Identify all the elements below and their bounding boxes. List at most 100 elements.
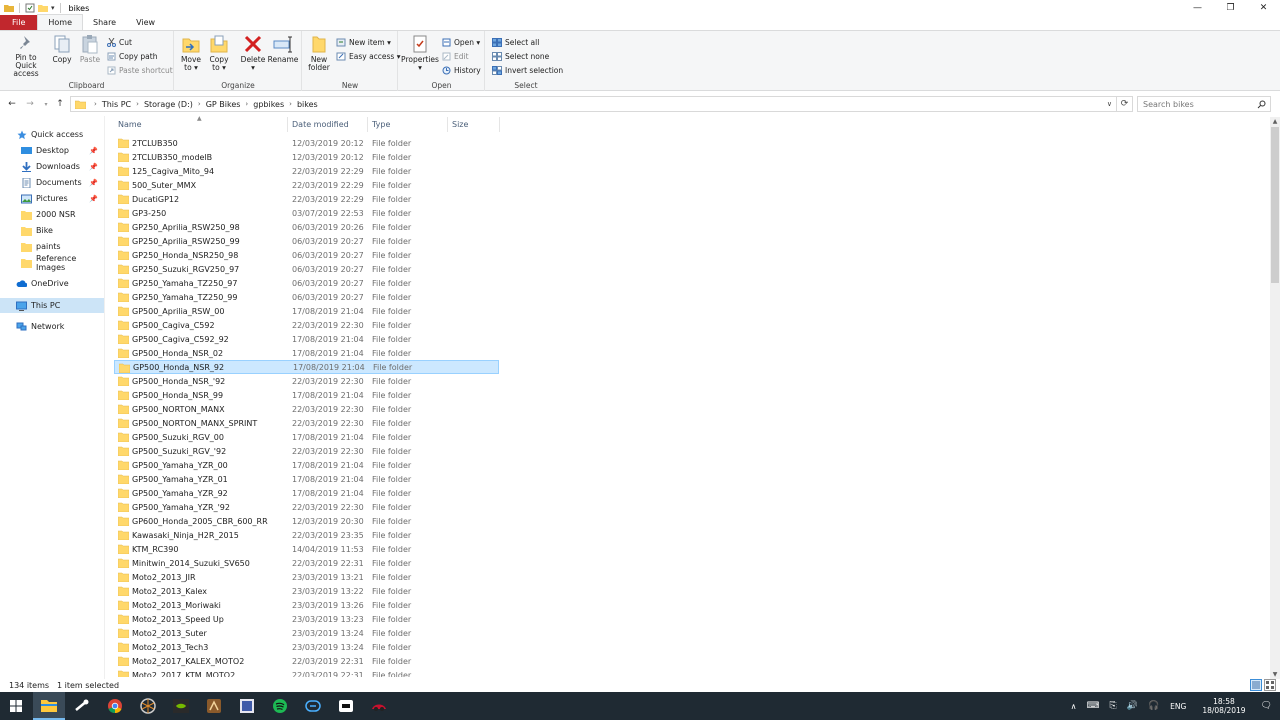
ethernet-icon[interactable]: ⎘ [1110,701,1117,711]
breadcrumb-separator[interactable]: › [136,100,139,108]
file-row[interactable]: Minitwin_2014_Suzuki_SV650 22/03/2019 22:… [114,556,499,570]
new-item-button[interactable]: New item ▾ [336,36,391,48]
pin-to-quick-access-button[interactable]: Pin to Quick access [4,34,48,78]
file-row[interactable]: Moto2_2013_Speed Up 23/03/2019 13:23 File … [114,612,499,626]
file-row[interactable]: GP250_Yamaha_TZ250_97 06/03/2019 20:27 Fil… [114,276,499,290]
start-button[interactable] [0,692,32,720]
breadcrumb-separator[interactable]: › [245,100,248,108]
file-row[interactable]: GP500_Cagiva_C592_92 17/08/2019 21:04 File… [114,332,499,346]
maximize-button[interactable]: ❐ [1214,0,1247,16]
rename-button[interactable]: Rename [268,34,298,64]
taskbar-nvidia[interactable] [165,692,197,720]
file-row[interactable]: GP600_Honda_2005_CBR_600_RR 12/03/2019 20… [114,514,499,528]
select-none-button[interactable]: Select none [492,50,549,62]
file-row[interactable]: Moto2_2013_Suter 23/03/2019 13:24 File fol… [114,626,499,640]
file-row[interactable]: 125_Cagiva_Mito_94 22/03/2019 22:29 File f… [114,164,499,178]
column-header-date[interactable]: Date modified [288,117,368,132]
language-indicator[interactable]: ENG [1170,702,1186,711]
file-row[interactable]: GP500_Suzuki_RGV_00 17/08/2019 21:04 File … [114,430,499,444]
taskbar-app-4[interactable] [132,692,164,720]
file-row[interactable]: Moto2_2013_JIR 23/03/2019 13:21 File folde… [114,570,499,584]
taskbar-spotify[interactable] [264,692,296,720]
column-header-size[interactable]: Size [448,117,500,132]
properties-icon[interactable] [25,3,35,13]
breadcrumb-separator[interactable]: › [289,100,292,108]
file-row[interactable]: KTM_RC390 14/04/2019 11:53 File folder [114,542,499,556]
file-row[interactable]: GP250_Aprilia_RSW250_99 06/03/2019 20:27 F… [114,234,499,248]
nav-onedrive[interactable]: OneDrive [0,276,104,291]
file-row[interactable]: GP500_NORTON_MANX 22/03/2019 22:30 File fo… [114,402,499,416]
easy-access-button[interactable]: Easy access ▾ [336,50,401,62]
file-row[interactable]: Moto2_2013_Tech3 23/03/2019 13:24 File fol… [114,640,499,654]
copy-path-button[interactable]: Copy path [107,50,157,62]
move-to-button[interactable]: Move to ▾ [179,34,203,72]
cut-button[interactable]: Cut [107,36,132,48]
taskbar-app-7[interactable] [231,692,263,720]
open-button[interactable]: Open ▾ [442,36,480,48]
nav-pictures[interactable]: Pictures 📌 [0,191,104,206]
details-view-button[interactable] [1250,679,1262,691]
headset-icon[interactable]: 🎧 [1148,701,1159,711]
clock[interactable]: 18:58 18/08/2019 [1202,697,1245,715]
file-row[interactable]: GP250_Yamaha_TZ250_99 06/03/2019 20:27 Fil… [114,290,499,304]
file-row[interactable]: 2TCLUB350 12/03/2019 20:12 File folder [114,136,499,150]
taskbar-app-11[interactable] [363,692,395,720]
breadcrumb-separator[interactable]: › [198,100,201,108]
edit-button[interactable]: Edit [442,50,469,62]
file-row[interactable]: GP500_Honda_NSR_02 17/08/2019 21:04 File f… [114,346,499,360]
select-all-button[interactable]: Select all [492,36,539,48]
new-folder-icon[interactable] [38,3,48,13]
breadcrumb-gp-bikes[interactable]: GP Bikes [206,100,241,109]
file-row[interactable]: GP500_Honda_NSR_99 17/08/2019 21:04 File f… [114,388,499,402]
nav-reference-images[interactable]: Reference Images [0,254,104,272]
nav-this-pc[interactable]: This PC [0,298,104,313]
tab-share[interactable]: Share [83,15,126,30]
search-input[interactable]: Search bikes [1137,96,1271,112]
file-row[interactable]: GP500_Yamaha_YZR_01 17/08/2019 21:04 File … [114,472,499,486]
paste-shortcut-button[interactable]: Paste shortcut [107,64,173,76]
network-tray-icon[interactable]: ⌨ [1087,701,1100,711]
file-row[interactable]: DucatiGP12 22/03/2019 22:29 File folder [114,192,499,206]
show-hidden-icons-icon[interactable]: ∧ [1071,702,1077,711]
nav-desktop[interactable]: Desktop 📌 [0,143,104,158]
file-row[interactable]: GP250_Suzuki_RGV250_97 06/03/2019 20:27 Fi… [114,262,499,276]
file-row[interactable]: GP500_Yamaha_YZR_92 17/08/2019 21:04 File … [114,486,499,500]
column-header-type[interactable]: Type [368,117,448,132]
refresh-button[interactable]: ⟳ [1117,96,1133,112]
vertical-scrollbar[interactable]: ▲ ▼ [1270,117,1280,679]
customize-qat-icon[interactable]: ▾ [51,4,55,12]
invert-selection-button[interactable]: Invert selection [492,64,563,76]
file-row[interactable]: GP250_Aprilia_RSW250_98 06/03/2019 20:26 F… [114,220,499,234]
taskbar-app-10[interactable] [330,692,362,720]
file-row[interactable]: GP3-250 03/07/2019 22:53 File folder [114,206,499,220]
file-row[interactable]: GP500_Yamaha_YZR_'92 22/03/2019 22:30 File… [114,500,499,514]
file-row[interactable]: GP500_Honda_NSR_'92 22/03/2019 22:30 File … [114,374,499,388]
new-folder-button[interactable]: New folder [306,34,332,72]
tab-home[interactable]: Home [37,14,84,30]
properties-button[interactable]: Properties ▾ [401,34,439,72]
file-row[interactable]: GP500_Cagiva_C592 22/03/2019 22:30 File fo… [114,318,499,332]
nav-2000-nsr[interactable]: 2000 NSR [0,207,104,222]
nav-quick-access[interactable]: Quick access [0,127,104,142]
nav-downloads[interactable]: Downloads 📌 [0,159,104,174]
breadcrumb-storage[interactable]: Storage (D:) [144,100,193,109]
file-row[interactable]: Moto2_2013_Kalex 23/03/2019 13:22 File fol… [114,584,499,598]
file-row[interactable]: GP500_NORTON_MANX_SPRINT 22/03/2019 22:30… [114,416,499,430]
close-button[interactable]: ✕ [1247,0,1280,16]
breadcrumb-bikes[interactable]: bikes [297,100,318,109]
taskbar-app-6[interactable] [198,692,230,720]
file-row[interactable]: GP250_Honda_NSR250_98 06/03/2019 20:27 Fil… [114,248,499,262]
file-row[interactable]: Moto2_2017_KTM_MOTO2 22/03/2019 22:31 File… [114,668,499,677]
scroll-up-icon[interactable]: ▲ [1270,117,1280,126]
taskbar-app-9[interactable] [297,692,329,720]
file-row[interactable]: Moto2_2017_KALEX_MOTO2 22/03/2019 22:31 Fi… [114,654,499,668]
taskbar-file-explorer[interactable] [33,692,65,720]
up-button[interactable]: ↑ [52,96,68,112]
file-row[interactable]: 500_Suter_MMX 22/03/2019 22:29 File folder [114,178,499,192]
action-center-icon[interactable]: 🗨 [1261,701,1272,711]
scroll-down-icon[interactable]: ▼ [1270,670,1280,679]
history-button[interactable]: History [442,64,481,76]
file-row[interactable]: GP500_Honda_NSR_92 17/08/2019 21:04 File f… [114,360,499,374]
nav-network[interactable]: Network [0,319,104,334]
file-row[interactable]: 2TCLUB350_modelB 12/03/2019 20:12 File fol… [114,150,499,164]
